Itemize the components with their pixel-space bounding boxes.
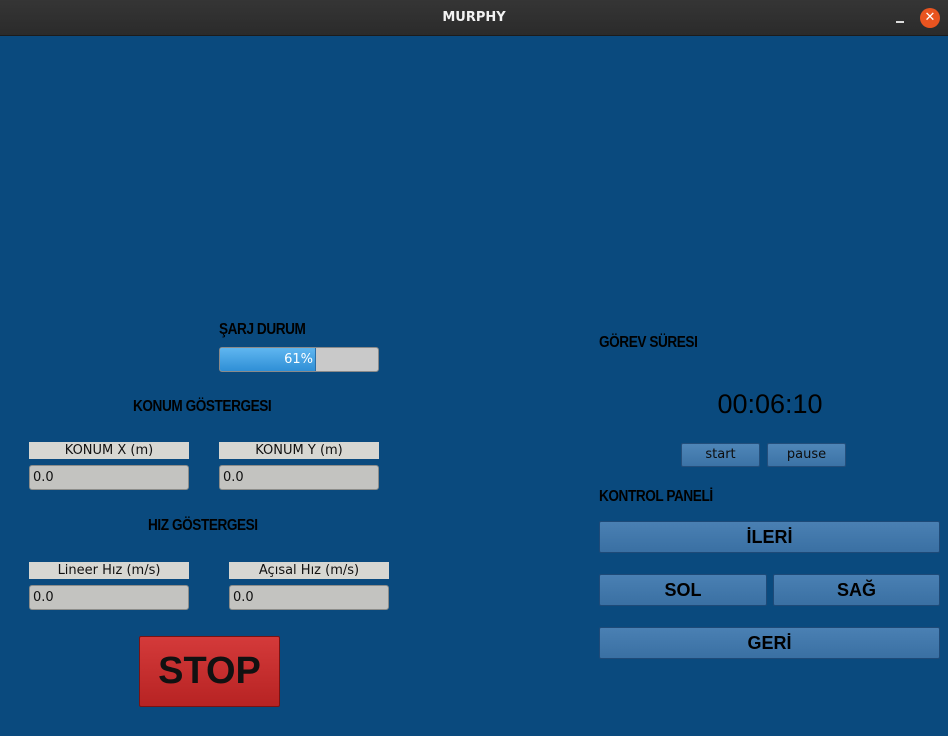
control-heading: KONTROL PANELİ: [599, 488, 713, 505]
mission-timer: 00:06:10: [717, 389, 823, 419]
close-icon[interactable]: ✕: [920, 8, 940, 28]
minimize-icon[interactable]: [891, 9, 909, 27]
mission-heading: GÖREV SÜRESI: [599, 334, 698, 351]
position-y-label: KONUM Y (m): [219, 442, 379, 459]
linear-speed-field: 0.0: [29, 585, 189, 610]
back-button[interactable]: GERİ: [599, 627, 940, 659]
battery-percent-text: 61%: [284, 352, 313, 367]
window-title: MURPHY: [442, 10, 506, 25]
linear-speed-label: Lineer Hız (m/s): [29, 562, 189, 579]
position-heading: KONUM GÖSTERGESI: [133, 398, 272, 415]
stop-button[interactable]: STOP: [139, 636, 280, 707]
angular-speed-field: 0.0: [229, 585, 389, 610]
speed-heading: HIZ GÖSTERGESI: [148, 517, 258, 534]
position-x-field: 0.0: [29, 465, 189, 490]
position-y-field: 0.0: [219, 465, 379, 490]
angular-speed-label: Açısal Hız (m/s): [229, 562, 389, 579]
title-bar: MURPHY ✕: [0, 0, 948, 36]
battery-heading: ŞARJ DURUM: [219, 321, 306, 338]
battery-progress-bar: 61%: [219, 347, 379, 372]
start-button[interactable]: start: [681, 443, 760, 467]
position-x-label: KONUM X (m): [29, 442, 189, 459]
left-button[interactable]: SOL: [599, 574, 767, 606]
pause-button[interactable]: pause: [767, 443, 846, 467]
right-button[interactable]: SAĞ: [773, 574, 940, 606]
forward-button[interactable]: İLERİ: [599, 521, 940, 553]
